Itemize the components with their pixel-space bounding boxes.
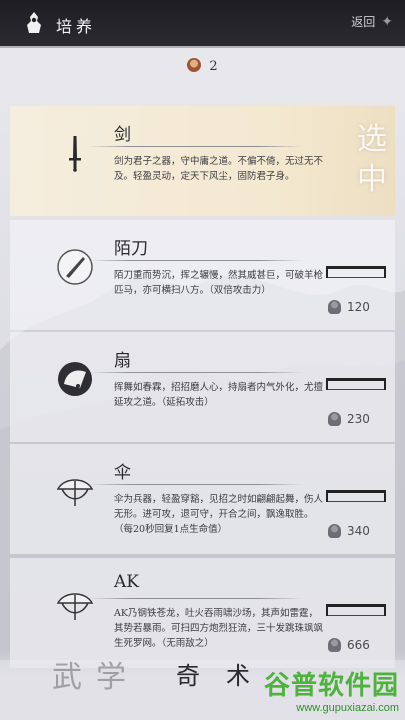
skill-points-value: 2 bbox=[209, 59, 218, 74]
cost-icon bbox=[328, 524, 341, 538]
sword-icon bbox=[69, 136, 81, 172]
skill-name: 剑 bbox=[114, 125, 131, 145]
skill-description: 剑为君子之器，守中庸之道。不偏不倚，无过无不及。轻盈灵动，定天下风尘，固防君子身… bbox=[114, 156, 324, 182]
selected-mark: 选中 bbox=[357, 122, 387, 197]
skill-level-bar bbox=[326, 378, 386, 390]
skill-name: AK bbox=[114, 572, 139, 592]
skill-level-bar bbox=[326, 604, 386, 616]
skill-name: 伞 bbox=[114, 463, 131, 483]
skill-level-bar bbox=[326, 490, 386, 502]
warrior-emblem-icon bbox=[27, 12, 41, 33]
skill-name: 扇 bbox=[114, 351, 131, 371]
blade-icon bbox=[57, 249, 93, 285]
skill-description: 陌刀重而势沉，挥之辗慢，然其威甚巨，可破羊枪匹马，亦可横扫八方。（双倍攻击力） bbox=[114, 270, 324, 296]
tab-special-skills[interactable]: 奇术 bbox=[176, 656, 276, 691]
back-button[interactable]: 返回 ✦ bbox=[351, 13, 393, 30]
page-title: 培养 bbox=[56, 17, 97, 36]
skill-card-modao[interactable]: 陌刀 陌刀重而势沉，挥之辗慢，然其威甚巨，可破羊枪匹马，亦可横扫八方。（双倍攻击… bbox=[10, 220, 395, 330]
watermark-url: www.gupuxiazai.com bbox=[296, 702, 399, 714]
cost-icon bbox=[328, 300, 341, 314]
cost-icon bbox=[328, 412, 341, 426]
header-divider bbox=[0, 46, 405, 48]
skill-description: 伞为兵器，轻盈穿豁，见招之时如翩翩起舞，伤人无形。进可攻，退可守，开合之间，飘逸… bbox=[114, 494, 324, 535]
skill-points: 2 bbox=[0, 58, 405, 74]
skill-description: AK乃钢铁苍龙，吐火吞雨啸沙场，其声如雷霆，其势若暴雨。可扫四方炮烈狂流，三十发… bbox=[114, 608, 324, 649]
skill-cost: 230 bbox=[328, 412, 370, 426]
skill-description: 挥舞如春霖，招招磨人心，持扇者内气外化，尤擅延攻之道。（延拓攻击） bbox=[114, 382, 324, 408]
watermark: 谷普软件园 www.gupuxiazai.com bbox=[264, 665, 399, 714]
skill-card-sword[interactable]: 剑 剑为君子之器，守中庸之道。不偏不倚，无过无不及。轻盈灵动，定天下风尘，固防君… bbox=[10, 106, 395, 216]
sparkle-icon: ✦ bbox=[381, 13, 393, 30]
skill-level-bar bbox=[326, 266, 386, 278]
ak-umbrella-icon bbox=[56, 593, 94, 620]
name-divider bbox=[88, 260, 302, 261]
skill-cost: 120 bbox=[328, 300, 370, 314]
tab-martial-arts[interactable]: 武学 bbox=[52, 652, 140, 696]
umbrella-icon bbox=[56, 479, 94, 506]
name-divider bbox=[88, 598, 302, 599]
skill-name: 陌刀 bbox=[114, 239, 148, 259]
fan-icon bbox=[58, 362, 92, 396]
name-divider bbox=[88, 372, 302, 373]
skill-card-umbrella[interactable]: 伞 伞为兵器，轻盈穿豁，见招之时如翩翩起舞，伤人无形。进可攻，退可守，开合之间，… bbox=[10, 444, 395, 554]
name-divider bbox=[88, 146, 302, 147]
skill-cost: 340 bbox=[328, 524, 370, 538]
top-bar: 培养 返回 ✦ bbox=[0, 0, 405, 46]
watermark-title: 谷普软件园 bbox=[263, 670, 399, 700]
name-divider bbox=[88, 484, 302, 485]
back-label: 返回 bbox=[351, 15, 376, 29]
skill-card-fan[interactable]: 扇 挥舞如春霖，招招磨人心，持扇者内气外化，尤擅延攻之道。（延拓攻击） 230 bbox=[10, 332, 395, 442]
avatar-icon bbox=[187, 58, 202, 72]
